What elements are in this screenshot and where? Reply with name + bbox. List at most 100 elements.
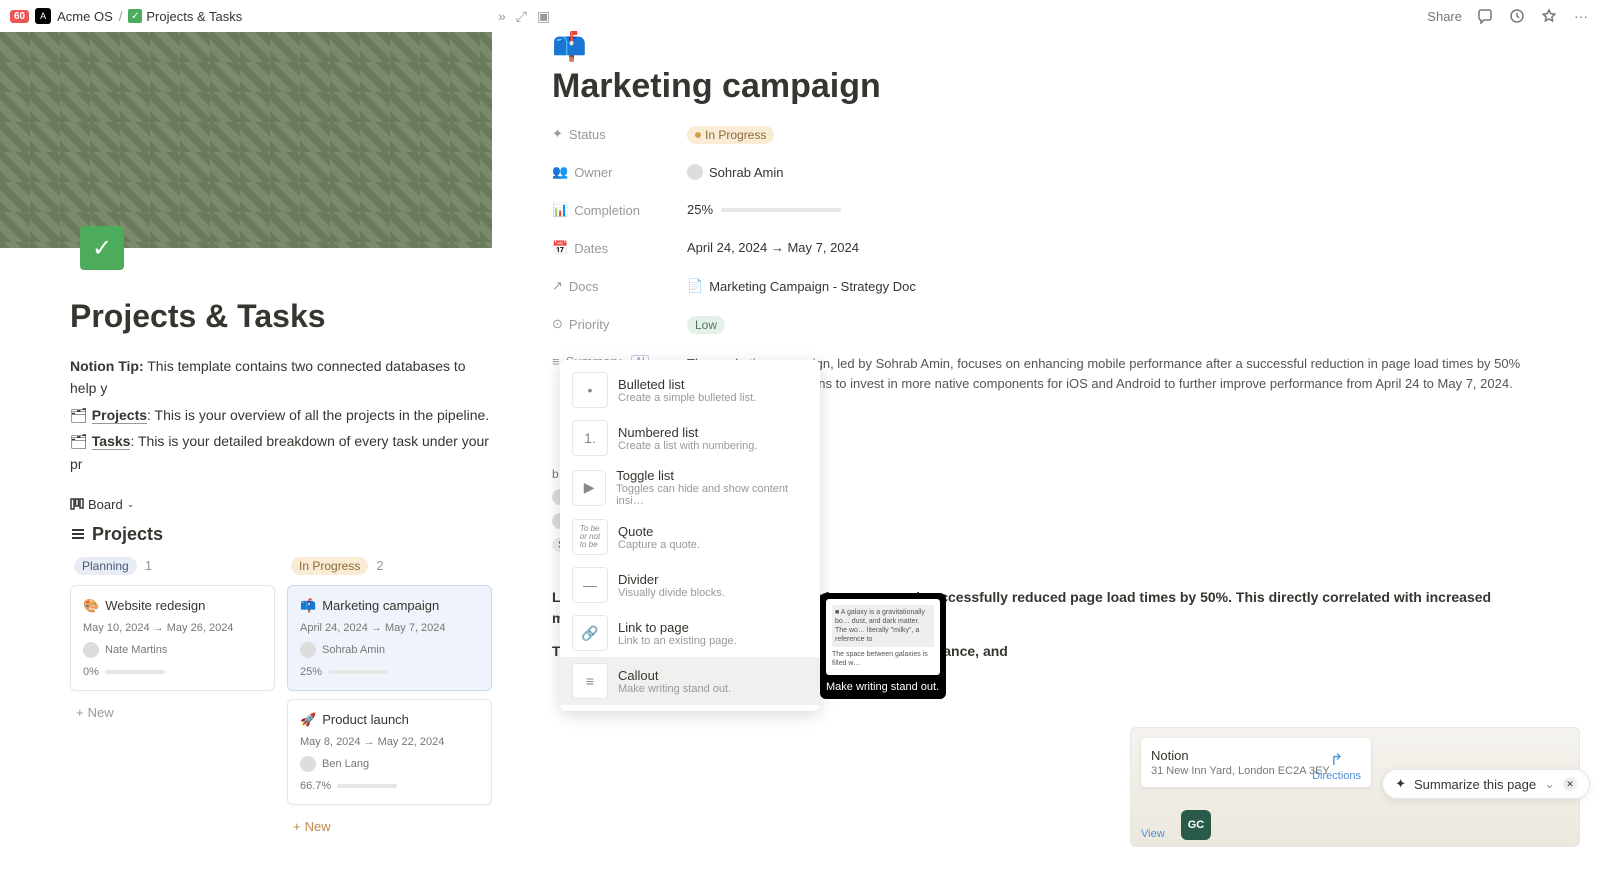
owner-label-icon: 👥 bbox=[552, 164, 568, 180]
card-emoji-icon: 🚀 bbox=[300, 712, 316, 728]
map-view-link[interactable]: View bbox=[1141, 828, 1165, 840]
status-label-icon: ✦ bbox=[552, 126, 563, 142]
priority-pill[interactable]: Low bbox=[687, 316, 725, 334]
cover-image: ✓ bbox=[0, 32, 492, 248]
peek-icon[interactable]: ▣ bbox=[537, 8, 550, 25]
priority-label-icon: ⊙ bbox=[552, 316, 563, 332]
check-icon: ✓ bbox=[128, 9, 142, 23]
card-emoji-icon: 📫 bbox=[300, 598, 316, 614]
close-icon[interactable]: ✕ bbox=[1563, 777, 1577, 791]
avatar bbox=[687, 164, 703, 180]
dates-value[interactable]: April 24, 2024 → May 7, 2024 bbox=[687, 240, 1540, 255]
card-title: Marketing campaign bbox=[322, 598, 439, 613]
map-directions[interactable]: ↱Directions bbox=[1312, 750, 1361, 782]
prop-status-label: Status bbox=[569, 127, 606, 142]
summarize-bar[interactable]: ✦ Summarize this page ⌄ ✕ bbox=[1382, 769, 1590, 799]
breadcrumb-page-label: Projects & Tasks bbox=[146, 9, 242, 24]
add-new-planning[interactable]: + New bbox=[70, 699, 275, 726]
right-page-title[interactable]: Marketing campaign bbox=[552, 67, 1540, 106]
chevron-down-icon[interactable]: ⌄ bbox=[1544, 776, 1555, 792]
bullet-icon: • bbox=[572, 372, 608, 408]
docs-value[interactable]: 📄Marketing Campaign - Strategy Doc bbox=[687, 278, 1540, 294]
menu-callout[interactable]: ≡CalloutMake writing stand out. bbox=[560, 657, 820, 705]
card-owner: Ben Lang bbox=[322, 758, 369, 770]
menu-divider[interactable]: —DividerVisually divide blocks. bbox=[560, 561, 820, 609]
breadcrumb-separator: / bbox=[119, 9, 123, 24]
prop-owner-label: Owner bbox=[574, 165, 612, 180]
tasks-icon: 🗂 bbox=[70, 433, 88, 449]
card-title: Website redesign bbox=[105, 598, 205, 613]
projects-link[interactable]: Projects bbox=[92, 407, 147, 424]
tip-block: Notion Tip: This template contains two c… bbox=[70, 353, 492, 477]
tip-projects-text: : This is your overview of all the proje… bbox=[147, 407, 489, 423]
board-view[interactable]: Board ⌄ bbox=[70, 497, 134, 512]
card-owner: Sohrab Amin bbox=[322, 644, 385, 656]
menu-toggle-list[interactable]: ▶Toggle listToggles can hide and show co… bbox=[560, 462, 820, 513]
divider-icon: — bbox=[572, 567, 608, 603]
card-marketing-campaign[interactable]: 📫Marketing campaign April 24, 2024 → May… bbox=[287, 585, 492, 691]
card-dates: May 10, 2024 → May 26, 2024 bbox=[83, 622, 262, 634]
sparkle-icon: ✦ bbox=[1395, 776, 1406, 792]
quote-icon: To beor notto be bbox=[572, 519, 608, 555]
progress-label: 0% bbox=[83, 666, 99, 678]
breadcrumb-workspace[interactable]: Acme OS bbox=[57, 9, 113, 24]
open-full-icon[interactable]: ⤢ bbox=[516, 8, 527, 25]
share-button[interactable]: Share bbox=[1427, 9, 1462, 24]
card-product-launch[interactable]: 🚀 Product launch May 8, 2024 → May 22, 20… bbox=[287, 699, 492, 805]
right-page-icon[interactable]: 📫 bbox=[552, 30, 1540, 63]
owner-value[interactable]: Sohrab Amin bbox=[687, 164, 1540, 180]
board-label: Board bbox=[88, 497, 123, 512]
tooltip-caption: Make writing stand out. bbox=[826, 681, 940, 693]
menu-bulleted-list[interactable]: •Bulleted listCreate a simple bulleted l… bbox=[560, 366, 820, 414]
notification-badge[interactable]: 60 bbox=[10, 10, 29, 23]
add-new-progress[interactable]: + New bbox=[287, 813, 492, 840]
prop-completion-label: Completion bbox=[574, 203, 640, 218]
summary-label-icon: ≡ bbox=[552, 354, 560, 369]
comment-icon[interactable] bbox=[1476, 7, 1494, 25]
progress-bar bbox=[721, 208, 841, 212]
more-icon[interactable]: ··· bbox=[1572, 7, 1590, 25]
progress-label: 66.7% bbox=[300, 780, 331, 792]
page-title[interactable]: Projects & Tasks bbox=[70, 298, 492, 335]
card-dates: May 8, 2024 → May 22, 2024 bbox=[300, 736, 479, 748]
menu-tooltip: ■ A galaxy is a gravitationally bo… dust… bbox=[820, 593, 946, 699]
avatar bbox=[83, 642, 99, 658]
menu-numbered-list[interactable]: 1.Numbered listCreate a list with number… bbox=[560, 414, 820, 462]
tooltip-preview: ■ A galaxy is a gravitationally bo… dust… bbox=[826, 599, 940, 675]
db-title[interactable]: Projects bbox=[70, 524, 492, 545]
clock-icon[interactable] bbox=[1508, 7, 1526, 25]
avatar bbox=[300, 642, 316, 658]
status-pill[interactable]: In Progress bbox=[687, 126, 774, 144]
breadcrumb: Acme OS / ✓ Projects & Tasks bbox=[57, 9, 242, 24]
prop-docs-label: Docs bbox=[569, 279, 599, 294]
number-icon: 1. bbox=[572, 420, 608, 456]
card-title: Product launch bbox=[322, 712, 409, 727]
column-planning-count: 1 bbox=[145, 558, 152, 573]
column-progress[interactable]: In Progress bbox=[291, 557, 368, 575]
tip-label: Notion Tip: bbox=[70, 358, 144, 374]
star-icon[interactable] bbox=[1540, 7, 1558, 25]
completion-label-icon: 📊 bbox=[552, 202, 568, 218]
menu-link-page[interactable]: 🔗Link to pageLink to an existing page. bbox=[560, 609, 820, 657]
menu-quote[interactable]: To beor notto beQuoteCapture a quote. bbox=[560, 513, 820, 561]
map-gc-badge: GC bbox=[1181, 810, 1211, 840]
db-title-label: Projects bbox=[92, 524, 163, 545]
column-planning[interactable]: Planning bbox=[74, 557, 137, 575]
page-icon[interactable]: ✓ bbox=[80, 226, 124, 270]
prop-priority-label: Priority bbox=[569, 317, 609, 332]
card-website-redesign[interactable]: 🎨Website redesign May 10, 2024 → May 26,… bbox=[70, 585, 275, 691]
progress-bar bbox=[105, 670, 165, 674]
tip-tasks-text: : This is your detailed breakdown of eve… bbox=[70, 433, 489, 471]
workspace-icon: A bbox=[35, 8, 51, 24]
slash-menu: •Bulleted listCreate a simple bulleted l… bbox=[560, 360, 820, 711]
tasks-link[interactable]: Tasks bbox=[92, 433, 131, 450]
toggle-icon: ▶ bbox=[572, 470, 606, 506]
projects-icon: 🗂 bbox=[70, 407, 88, 423]
card-owner: Nate Martins bbox=[105, 644, 167, 656]
completion-value[interactable]: 25% bbox=[687, 202, 1540, 217]
expand-icon[interactable]: » bbox=[498, 8, 506, 25]
breadcrumb-page[interactable]: ✓ Projects & Tasks bbox=[128, 9, 242, 24]
progress-bar bbox=[328, 670, 388, 674]
progress-label: 25% bbox=[300, 666, 322, 678]
column-progress-count: 2 bbox=[376, 558, 383, 573]
